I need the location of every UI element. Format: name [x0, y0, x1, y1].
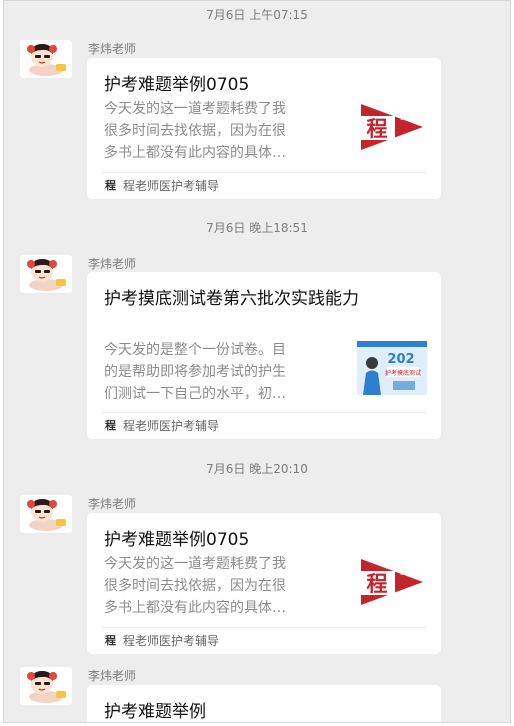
- article-card[interactable]: 护考难题举例0705 今天发的这一道考题耗费了我 很多时间去找依据，因为在很 多…: [87, 513, 441, 654]
- article-description: 今天发的这一道考题耗费了我 很多时间去找依据，因为在很 多书上都没有此内容的具体…: [104, 553, 349, 619]
- cheng-logo-icon: 程: [105, 634, 116, 647]
- thumb-top-char: 考: [398, 568, 405, 576]
- description-line: 多书上都没有此内容的具体…: [104, 145, 286, 161]
- timestamp: 7月6日 晚上18:51: [206, 221, 308, 235]
- thumb-caption: 护考摸底测试: [385, 369, 421, 377]
- article-thumbnail: 202 护考摸底测试: [357, 341, 427, 395]
- card-divider: [101, 172, 427, 173]
- article-thumbnail: 程 考 试: [357, 100, 427, 154]
- article-title: 护考难题举例0705: [104, 75, 250, 95]
- source-name: 程老师医护考辅导: [123, 633, 220, 648]
- source-name: 程老师医护考辅导: [123, 178, 220, 193]
- description-line: 很多时间去找依据，因为在很: [104, 578, 286, 594]
- description-line: 今天发的是整个一份试卷。目: [104, 342, 286, 358]
- description-line: 的是帮助即将参加考试的护生: [104, 364, 286, 380]
- card-divider: [101, 412, 427, 413]
- cheng-logo-icon: 程: [105, 419, 116, 432]
- avatar-icon[interactable]: [20, 40, 72, 78]
- thumb-year: 202: [387, 352, 414, 367]
- timestamp: 7月6日 晚上20:10: [206, 462, 308, 476]
- sender-name: 李炜老师: [88, 669, 137, 683]
- article-source: 程 程老师医护考辅导: [104, 632, 219, 648]
- description-line: 们测试一下自己的水平，初…: [104, 386, 286, 402]
- avatar-icon[interactable]: [20, 255, 72, 293]
- article-description: 今天发的是整个一份试卷。目 的是帮助即将参加考试的护生 们测试一下自己的水平，初…: [104, 339, 349, 405]
- avatar-icon[interactable]: [20, 667, 72, 705]
- article-source: 程 程老师医护考辅导: [104, 417, 219, 433]
- thumb-big-char: 程: [367, 571, 388, 596]
- sender-name: 李炜老师: [88, 257, 137, 271]
- chat-history[interactable]: 7月6日 上午07:15 李炜老师 护考难题举例0705 今天发的这一道考题耗费…: [3, 0, 511, 723]
- description-line: 今天发的这一道考题耗费了我: [104, 101, 286, 117]
- article-thumbnail: 程 考 试: [357, 555, 427, 609]
- sender-name: 李炜老师: [88, 42, 137, 56]
- cheng-logo-icon: 程: [105, 179, 116, 192]
- thumb-top-char: 考: [398, 113, 405, 121]
- description-line: 今天发的这一道考题耗费了我: [104, 556, 286, 572]
- article-title: 护考难题举例: [104, 702, 206, 722]
- article-card[interactable]: 护考摸底测试卷第六批次实践能力 今天发的是整个一份试卷。目 的是帮助即将参加考试…: [87, 272, 441, 439]
- thumb-bottom-char: 试: [398, 590, 405, 599]
- article-source: 程 程老师医护考辅导: [104, 177, 219, 193]
- card-divider: [101, 627, 427, 628]
- article-title: 护考难题举例0705: [104, 530, 250, 550]
- thumb-bottom-char: 试: [398, 135, 405, 144]
- article-card[interactable]: 护考难题举例0705 今天发的这一道考题耗费了我 很多时间去找依据，因为在很 多…: [87, 58, 441, 199]
- article-title: 护考摸底测试卷第六批次实践能力: [104, 289, 359, 309]
- sender-name: 李炜老师: [88, 497, 137, 511]
- timestamp: 7月6日 上午07:15: [206, 8, 308, 22]
- description-line: 多书上都没有此内容的具体…: [104, 600, 286, 616]
- article-description: 今天发的这一道考题耗费了我 很多时间去找依据，因为在很 多书上都没有此内容的具体…: [104, 98, 349, 164]
- avatar-icon[interactable]: [20, 495, 72, 533]
- source-name: 程老师医护考辅导: [123, 418, 220, 433]
- thumb-big-char: 程: [367, 116, 388, 141]
- description-line: 很多时间去找依据，因为在很: [104, 123, 286, 139]
- article-card[interactable]: 护考难题举例: [87, 685, 441, 722]
